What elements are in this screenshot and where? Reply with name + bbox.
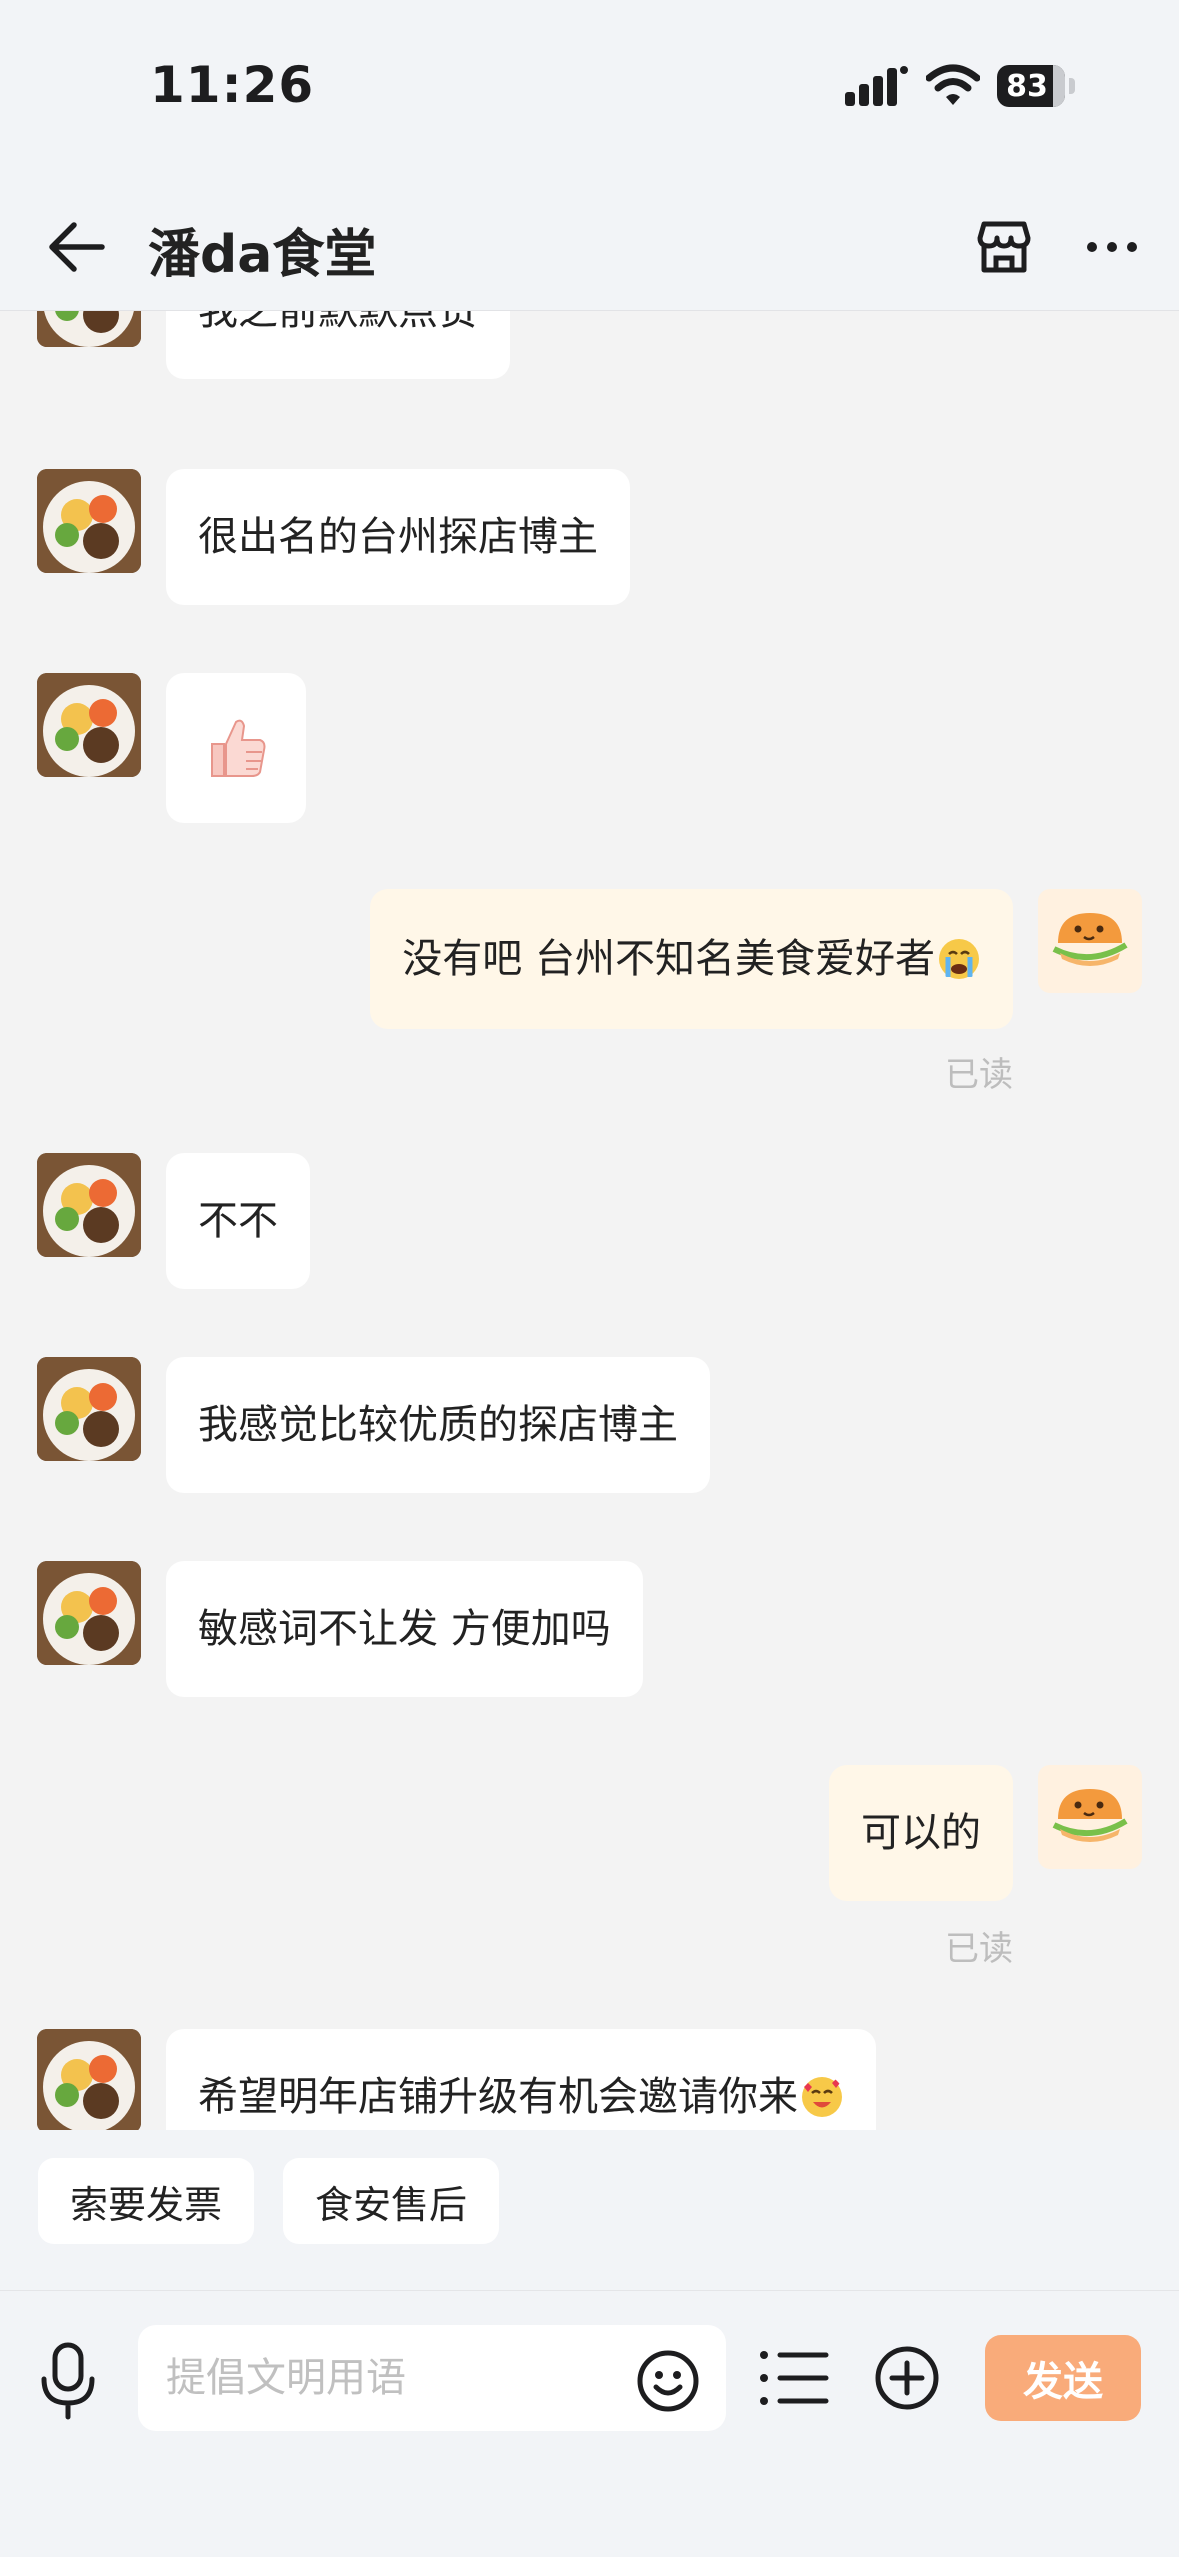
message-text: 不不 <box>198 1198 278 1244</box>
shop-avatar[interactable] <box>37 1357 141 1461</box>
message-text: 很出名的台州探店博主 <box>198 514 598 560</box>
burger-icon <box>1052 913 1128 966</box>
message-text: 我感觉比较优质的探店博主 <box>198 1402 678 1448</box>
more-options-icon[interactable] <box>1084 232 1140 262</box>
quick-reply-invoice[interactable]: 索要发票 <box>38 2158 255 2244</box>
incoming-message-bubble[interactable]: 敏感词不让发 方便加吗 <box>166 1561 643 1697</box>
shop-avatar[interactable] <box>37 1561 141 1665</box>
shop-avatar[interactable] <box>37 2029 141 2130</box>
emoji-icon[interactable] <box>636 2349 700 2413</box>
shop-avatar[interactable] <box>37 311 141 347</box>
incoming-message-bubble[interactable]: 我感觉比较优质的探店博主 <box>166 1357 710 1493</box>
back-arrow-icon[interactable] <box>46 222 106 272</box>
incoming-message-bubble[interactable]: 不不 <box>166 1153 310 1289</box>
incoming-message-bubble[interactable]: 很出名的台州探店博主 <box>166 469 630 605</box>
wifi-icon <box>926 64 980 105</box>
message-text: 我之前默默点赞 <box>198 311 478 334</box>
battery-icon: 83 <box>997 65 1077 107</box>
nav-bar: 潘da食堂 <box>0 160 1179 311</box>
add-icon[interactable] <box>874 2345 940 2411</box>
send-button[interactable]: 发送 <box>985 2335 1141 2421</box>
cellular-signal-icon <box>845 66 908 106</box>
read-status: 已读 <box>945 1055 1013 1095</box>
outgoing-message-bubble[interactable]: 可以的 <box>829 1765 1013 1901</box>
menu-list-icon[interactable] <box>758 2347 830 2409</box>
smiling-face-with-hearts-icon <box>802 2077 842 2117</box>
incoming-message-bubble[interactable] <box>166 673 306 823</box>
incoming-message-bubble[interactable]: 希望明年店铺升级有机会邀请你来 <box>166 2029 876 2130</box>
status-bar: 11:26 83 <box>0 0 1179 160</box>
chat-title: 潘da食堂 <box>148 225 377 285</box>
shop-avatar[interactable] <box>37 469 141 573</box>
crying-face-icon <box>939 939 979 979</box>
microphone-icon[interactable] <box>38 2341 98 2421</box>
quick-reply-food-safety[interactable]: 食安售后 <box>283 2158 500 2244</box>
shop-avatar[interactable] <box>37 673 141 777</box>
status-time: 11:26 <box>150 56 315 114</box>
thumbs-up-icon <box>211 719 266 777</box>
quick-replies-bar: 索要发票 食安售后 <box>0 2130 1179 2290</box>
burger-icon <box>1052 1789 1128 1842</box>
outgoing-message-bubble[interactable]: 没有吧 台州不知名美食爱好者 <box>370 889 1013 1029</box>
store-icon[interactable] <box>974 218 1034 276</box>
message-text: 没有吧 台州不知名美食爱好者 <box>402 936 935 982</box>
chat-area[interactable]: 我之前默默点赞 很出名的台州探店博主 没有吧 台州不知名美食爱好者 已读 不不 … <box>0 311 1179 2130</box>
message-text: 希望明年店铺升级有机会邀请你来 <box>198 2074 798 2120</box>
message-text: 可以的 <box>861 1810 981 1856</box>
read-status: 已读 <box>945 1929 1013 1969</box>
message-text: 敏感词不让发 方便加吗 <box>198 1606 611 1652</box>
shop-avatar[interactable] <box>37 1153 141 1257</box>
battery-level: 83 <box>997 65 1065 107</box>
user-avatar[interactable] <box>1038 889 1142 993</box>
user-avatar[interactable] <box>1038 1765 1142 1869</box>
incoming-message-bubble[interactable]: 我之前默默点赞 <box>166 311 510 379</box>
input-bar: 发送 <box>0 2290 1179 2557</box>
